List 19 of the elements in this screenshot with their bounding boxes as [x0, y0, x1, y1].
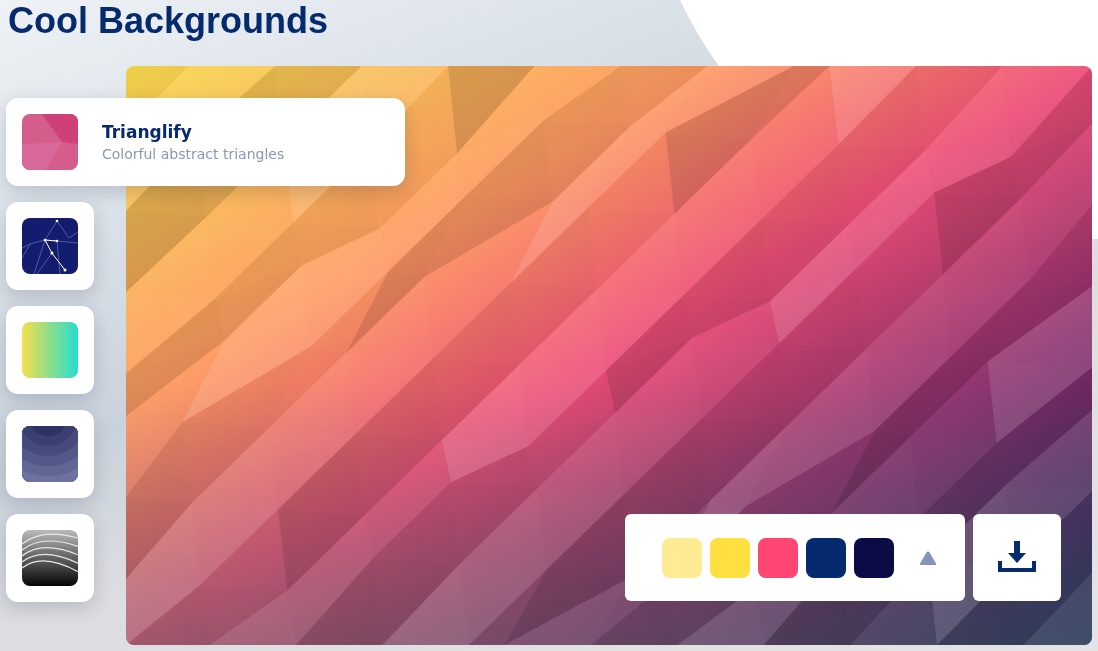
color-swatch[interactable]: [662, 537, 702, 578]
color-swatch[interactable]: [710, 537, 750, 578]
generator-name: Trianglify: [102, 122, 193, 142]
color-swatch[interactable]: [854, 537, 894, 578]
waves-thumbnail: [22, 530, 78, 586]
gradient-thumbnail: [22, 322, 78, 378]
download-icon: [997, 541, 1037, 574]
triangle-up-icon[interactable]: [919, 549, 937, 566]
download-button[interactable]: [973, 514, 1061, 601]
generator-description: Colorful abstract triangles: [102, 146, 285, 162]
generator-card[interactable]: [6, 410, 94, 498]
generator-card[interactable]: [6, 202, 94, 290]
rings-thumbnail: [22, 426, 78, 482]
page-title: Cool Backgrounds: [7, 0, 330, 43]
color-swatch[interactable]: [758, 537, 798, 578]
triangles-thumbnail: [22, 114, 78, 170]
generator-card[interactable]: [6, 514, 94, 602]
network-thumbnail: [22, 218, 78, 274]
color-swatch[interactable]: [806, 537, 846, 578]
